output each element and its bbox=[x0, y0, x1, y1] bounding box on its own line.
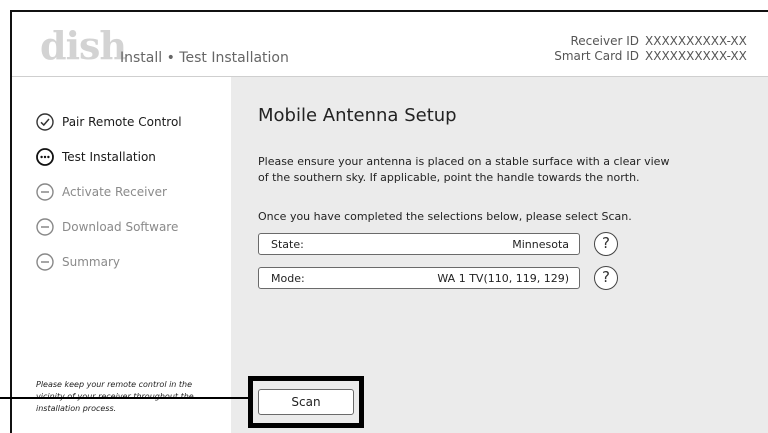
step-label: Summary bbox=[62, 255, 120, 269]
scan-prompt: Once you have completed the selections b… bbox=[258, 210, 632, 223]
step-pair-remote: Pair Remote Control bbox=[36, 112, 182, 132]
instructions-line-2: of the southern sky. If applicable, poin… bbox=[258, 171, 640, 184]
state-help-button[interactable]: ? bbox=[594, 232, 618, 256]
step-test-installation: Test Installation bbox=[36, 147, 156, 167]
mode-help-button[interactable]: ? bbox=[594, 266, 618, 290]
smart-card-id-value: XXXXXXXXXX-XX bbox=[645, 49, 747, 63]
scan-button[interactable]: Scan bbox=[258, 389, 354, 415]
header-bar: dish Install • Test Installation Receive… bbox=[12, 12, 768, 77]
dish-logo: dish bbox=[40, 23, 127, 68]
callout-leader-line bbox=[0, 397, 248, 399]
receiver-id-label: Receiver ID bbox=[570, 34, 639, 48]
breadcrumb: Install • Test Installation bbox=[120, 50, 289, 66]
mode-label: Mode: bbox=[271, 272, 305, 285]
main-panel: Mobile Antenna Setup Please ensure your … bbox=[231, 77, 768, 433]
page-title: Mobile Antenna Setup bbox=[258, 105, 457, 126]
minus-circle-icon bbox=[36, 218, 54, 236]
minus-circle-icon bbox=[36, 183, 54, 201]
check-circle-icon bbox=[36, 113, 54, 131]
step-label: Pair Remote Control bbox=[62, 115, 182, 129]
step-label: Activate Receiver bbox=[62, 185, 167, 199]
steps-sidebar: Pair Remote Control Test Installation Ac… bbox=[12, 77, 231, 433]
minus-circle-icon bbox=[36, 253, 54, 271]
instructions-line-1: Please ensure your antenna is placed on … bbox=[258, 155, 670, 168]
mode-select[interactable]: Mode: WA 1 TV(110, 119, 129) bbox=[258, 267, 580, 289]
step-activate-receiver: Activate Receiver bbox=[36, 182, 167, 202]
step-summary: Summary bbox=[36, 252, 120, 272]
state-value: Minnesota bbox=[512, 238, 569, 251]
id-values: XXXXXXXXXX-XX XXXXXXXXXX-XX bbox=[645, 34, 747, 64]
step-label: Test Installation bbox=[62, 150, 156, 164]
step-label: Download Software bbox=[62, 220, 179, 234]
mode-value: WA 1 TV(110, 119, 129) bbox=[437, 272, 569, 285]
state-label: State: bbox=[271, 238, 304, 251]
receiver-id-value: XXXXXXXXXX-XX bbox=[645, 34, 747, 48]
ellipsis-circle-icon bbox=[36, 148, 54, 166]
smart-card-id-label: Smart Card ID bbox=[554, 49, 639, 63]
dish-screen: dish Install • Test Installation Receive… bbox=[10, 10, 768, 433]
step-download-software: Download Software bbox=[36, 217, 178, 237]
state-select[interactable]: State: Minnesota bbox=[258, 233, 580, 255]
id-labels: Receiver ID Smart Card ID bbox=[533, 34, 639, 64]
